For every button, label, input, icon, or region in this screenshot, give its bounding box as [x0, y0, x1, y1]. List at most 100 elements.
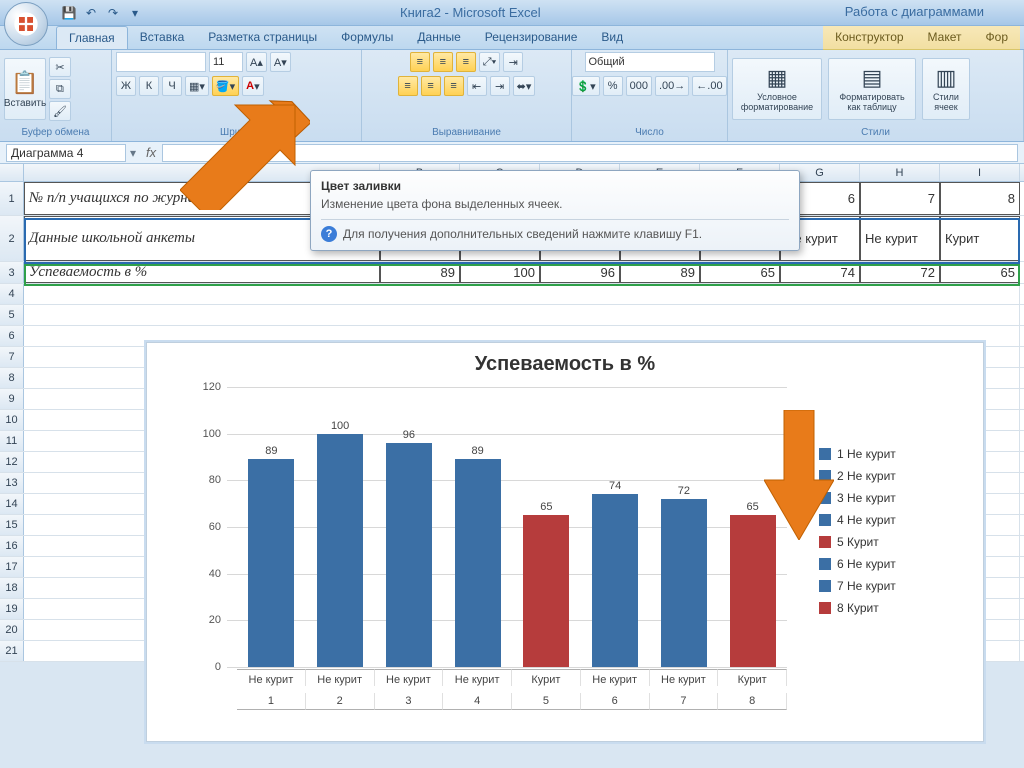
cell-C3[interactable]: 100 [460, 262, 540, 283]
cell-H3[interactable]: 72 [860, 262, 940, 283]
legend-item-1[interactable]: 1 Не курит [819, 443, 969, 465]
tab-formulas[interactable]: Формулы [329, 26, 405, 49]
cell-B3[interactable]: 89 [380, 262, 460, 283]
legend-item-5[interactable]: 5 Курит [819, 531, 969, 553]
align-center-button[interactable]: ≡ [421, 76, 441, 96]
decrease-indent-button[interactable]: ⇤ [467, 76, 487, 96]
bar-8[interactable]: 65 [718, 501, 787, 667]
qat-customize-icon[interactable]: ▾ [126, 4, 144, 22]
bar-5[interactable]: 65 [512, 501, 581, 667]
bar-2[interactable]: 100 [306, 420, 375, 667]
row-header-7[interactable]: 7 [0, 347, 24, 367]
increase-indent-button[interactable]: ⇥ [490, 76, 510, 96]
namebox-dropdown-icon[interactable]: ▾ [126, 146, 140, 160]
border-button[interactable]: ▦▾ [185, 76, 209, 96]
cell-A3[interactable]: Успеваемость в % [24, 262, 380, 283]
tab-chart-design[interactable]: Конструктор [823, 26, 915, 49]
row-header-11[interactable]: 11 [0, 431, 24, 451]
percent-button[interactable]: % [603, 76, 623, 96]
fill-color-button[interactable]: 🪣▾ [212, 76, 239, 96]
select-all-button[interactable] [0, 164, 24, 181]
cut-button[interactable]: ✂ [49, 57, 71, 77]
formatpainter-button[interactable]: 🖌 [49, 101, 71, 121]
bar-3[interactable]: 96 [375, 429, 444, 667]
currency-button[interactable]: 💲▾ [572, 76, 599, 96]
tab-chart-format[interactable]: Фор [974, 26, 1020, 49]
row-header-14[interactable]: 14 [0, 494, 24, 514]
fx-icon[interactable]: fx [146, 145, 156, 160]
tab-pagelayout[interactable]: Разметка страницы [196, 26, 329, 49]
copy-button[interactable]: ⧉ [49, 79, 71, 99]
bar-4[interactable]: 89 [443, 445, 512, 667]
row-header-21[interactable]: 21 [0, 641, 24, 661]
tab-insert[interactable]: Вставка [128, 26, 197, 49]
row-header-18[interactable]: 18 [0, 578, 24, 598]
cell-I3[interactable]: 65 [940, 262, 1020, 283]
row-header-4[interactable]: 4 [0, 284, 24, 304]
number-format-box[interactable]: Общий [585, 52, 715, 72]
tab-data[interactable]: Данные [405, 26, 472, 49]
decrease-decimal-button[interactable]: ←.00 [692, 76, 726, 96]
cell-I1[interactable]: 8 [940, 182, 1020, 215]
bar-1[interactable]: 89 [237, 445, 306, 667]
tab-view[interactable]: Вид [589, 26, 635, 49]
row-header-1[interactable]: 1 [0, 182, 24, 215]
underline-button[interactable]: Ч [162, 76, 182, 96]
cell-G3[interactable]: 74 [780, 262, 860, 283]
align-bottom-button[interactable]: ≡ [456, 52, 476, 72]
qat-redo-icon[interactable]: ↷ [104, 4, 122, 22]
row-header-2[interactable]: 2 [0, 216, 24, 261]
bar-6[interactable]: 74 [581, 480, 650, 667]
grow-font-button[interactable]: A▴ [246, 52, 267, 72]
tab-review[interactable]: Рецензирование [473, 26, 590, 49]
row-header-3[interactable]: 3 [0, 262, 24, 283]
legend-item-8[interactable]: 8 Курит [819, 597, 969, 619]
row-header-20[interactable]: 20 [0, 620, 24, 640]
legend-item-2[interactable]: 2 Не курит [819, 465, 969, 487]
font-color-button[interactable]: A▾ [242, 76, 263, 96]
align-middle-button[interactable]: ≡ [433, 52, 453, 72]
cell-E3[interactable]: 89 [620, 262, 700, 283]
row-header-19[interactable]: 19 [0, 599, 24, 619]
wrap-text-button[interactable]: ⇥ [503, 52, 523, 72]
orientation-button[interactable]: ⤢▾ [479, 52, 500, 72]
row-4-area[interactable] [24, 284, 1020, 304]
legend-item-4[interactable]: 4 Не курит [819, 509, 969, 531]
align-left-button[interactable]: ≡ [398, 76, 418, 96]
office-button[interactable] [4, 2, 48, 46]
cell-I2[interactable]: Курит [940, 216, 1020, 261]
name-box[interactable]: Диаграмма 4 [6, 144, 126, 162]
font-size-box[interactable]: 11 [209, 52, 243, 72]
align-top-button[interactable]: ≡ [410, 52, 430, 72]
comma-button[interactable]: 000 [626, 76, 652, 96]
conditional-formatting-button[interactable]: ▦ Условное форматирование [732, 58, 822, 120]
row-5-area[interactable] [24, 305, 1020, 325]
bold-button[interactable]: Ж [116, 76, 136, 96]
column-header-I[interactable]: I [940, 164, 1020, 181]
cell-F3[interactable]: 65 [700, 262, 780, 283]
tab-chart-layout[interactable]: Макет [916, 26, 974, 49]
font-name-box[interactable] [116, 52, 206, 72]
qat-undo-icon[interactable]: ↶ [82, 4, 100, 22]
legend-item-3[interactable]: 3 Не курит [819, 487, 969, 509]
row-header-8[interactable]: 8 [0, 368, 24, 388]
tab-home[interactable]: Главная [56, 26, 128, 49]
italic-button[interactable]: К [139, 76, 159, 96]
column-header-H[interactable]: H [860, 164, 940, 181]
bar-7[interactable]: 72 [650, 485, 719, 667]
formula-input[interactable] [162, 144, 1018, 162]
qat-save-icon[interactable]: 💾 [60, 4, 78, 22]
shrink-font-button[interactable]: A▾ [270, 52, 291, 72]
cell-D3[interactable]: 96 [540, 262, 620, 283]
legend-item-6[interactable]: 6 Не курит [819, 553, 969, 575]
row-header-15[interactable]: 15 [0, 515, 24, 535]
cell-H2[interactable]: Не курит [860, 216, 940, 261]
cell-styles-button[interactable]: ▥ Стили ячеек [922, 58, 970, 120]
format-as-table-button[interactable]: ▤ Форматировать как таблицу [828, 58, 916, 120]
row-header-17[interactable]: 17 [0, 557, 24, 577]
cell-H1[interactable]: 7 [860, 182, 940, 215]
row-header-6[interactable]: 6 [0, 326, 24, 346]
row-header-5[interactable]: 5 [0, 305, 24, 325]
merge-button[interactable]: ⬌▾ [513, 76, 536, 96]
row-header-13[interactable]: 13 [0, 473, 24, 493]
